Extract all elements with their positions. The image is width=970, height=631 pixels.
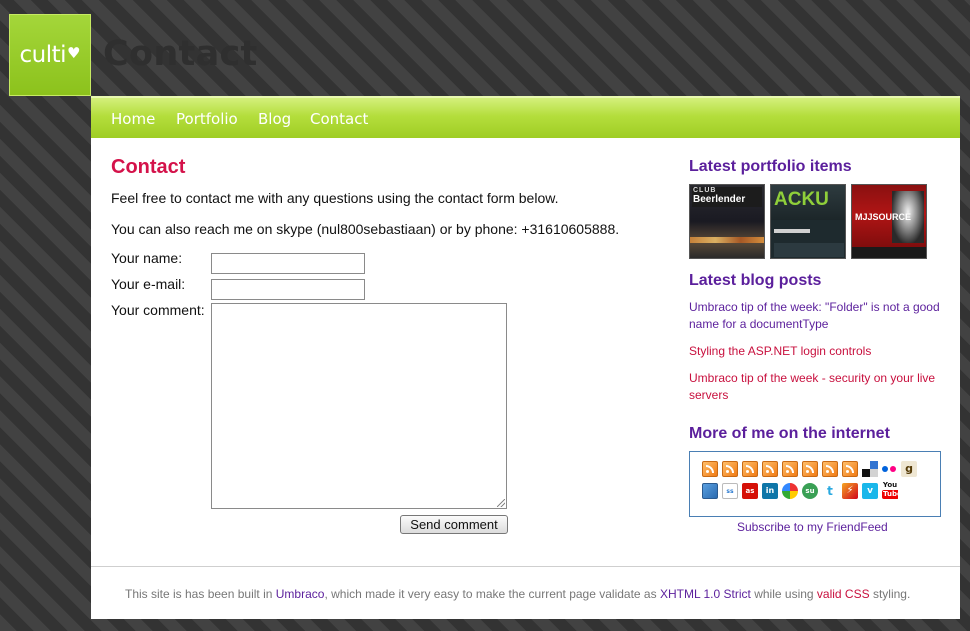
portfolio-thumb-mjjsource[interactable]: MJJSOURCE — [851, 184, 927, 259]
slideshare-icon[interactable]: ss — [722, 483, 738, 499]
feed-icon[interactable] — [702, 483, 718, 499]
footer-text-part: while using — [750, 587, 817, 601]
thumb-caption: Beerlender — [693, 194, 746, 205]
footer-text-part: This site is has been built in — [125, 587, 276, 601]
name-label: Your name: — [111, 250, 183, 266]
flickr-icon[interactable] — [881, 461, 897, 477]
nav-item-portfolio[interactable]: Portfolio — [176, 110, 238, 128]
footer-text: This site is has been built in Umbraco, … — [125, 587, 910, 601]
name-input[interactable] — [211, 253, 365, 274]
umbraco-link[interactable]: Umbraco — [276, 587, 325, 601]
delicious-icon[interactable] — [862, 461, 878, 477]
rss-icon[interactable] — [702, 461, 718, 477]
rss-icon[interactable] — [782, 461, 798, 477]
resize-grip-icon[interactable] — [497, 499, 505, 507]
portfolio-thumb-acku[interactable]: ACKU — [770, 184, 846, 259]
portfolio-heading: Latest portfolio items — [689, 158, 852, 175]
rss-icon[interactable] — [742, 461, 758, 477]
blog-post-link[interactable]: Umbraco tip of the week - security on yo… — [689, 370, 945, 404]
blog-heading: Latest blog posts — [689, 272, 822, 289]
nav-item-contact[interactable]: Contact — [310, 110, 368, 128]
send-comment-button[interactable]: Send comment — [400, 515, 508, 534]
twitter-icon[interactable]: t — [822, 483, 838, 499]
blog-post-link[interactable]: Styling the ASP.NET login controls — [689, 343, 945, 360]
comment-label: Your comment: — [111, 302, 205, 318]
nav-item-home[interactable]: Home — [111, 110, 155, 128]
lastfm-icon[interactable]: as — [742, 483, 758, 499]
email-input[interactable] — [211, 279, 365, 300]
portfolio-thumb-beerlender[interactable]: CLUB Beerlender — [689, 184, 765, 259]
xhtml-link[interactable]: XHTML 1.0 Strict — [660, 587, 751, 601]
intro-text: Feel free to contact me with any questio… — [111, 190, 559, 206]
heart-icon: ♥ — [67, 44, 81, 62]
subscribe-friendfeed-link[interactable]: Subscribe to my FriendFeed — [737, 520, 888, 534]
footer-text-part: styling. — [869, 587, 911, 601]
site-title: Contact — [103, 34, 258, 74]
youtube-icon[interactable]: YouTube — [882, 481, 898, 500]
rss-icon[interactable] — [762, 461, 778, 477]
linkedin-icon[interactable]: in — [762, 483, 778, 499]
footer-text-part: , which made it very easy to make the cu… — [324, 587, 660, 601]
stumbleupon-icon[interactable]: su — [802, 483, 818, 499]
email-label: Your e-mail: — [111, 276, 186, 292]
blog-post-link[interactable]: Umbraco tip of the week: "Folder" is not… — [689, 299, 945, 333]
vimeo-icon[interactable]: v — [862, 483, 878, 499]
picasa-icon[interactable] — [782, 483, 798, 499]
site-logo[interactable]: culti ♥ — [9, 14, 91, 96]
page-heading: Contact — [111, 156, 186, 178]
css-link[interactable]: valid CSS — [817, 587, 870, 601]
rss-icon[interactable] — [802, 461, 818, 477]
main-nav: Home Portfolio Blog Contact — [91, 96, 960, 138]
thumb-caption: MJJSOURCE — [855, 212, 912, 222]
logo-text: culti — [19, 42, 67, 68]
skype-text: You can also reach me on skype (nul800se… — [111, 221, 620, 237]
thumb-caption: ACKU — [774, 189, 829, 210]
nav-item-blog[interactable]: Blog — [258, 110, 291, 128]
rss-icon[interactable] — [842, 461, 858, 477]
goodreads-icon[interactable]: g — [901, 461, 917, 477]
comment-textarea[interactable] — [211, 303, 507, 509]
social-icons-box: g ss as in su t ⚡ v YouTube — [689, 451, 941, 517]
rss-icon[interactable] — [822, 461, 838, 477]
lightning-icon[interactable]: ⚡ — [842, 483, 858, 499]
internet-heading: More of me on the internet — [689, 425, 890, 442]
footer: This site is has been built in Umbraco, … — [91, 566, 960, 619]
thumb-caption-small: CLUB — [693, 187, 717, 194]
content-area: Contact Feel free to contact me with any… — [91, 138, 960, 566]
rss-icon[interactable] — [722, 461, 738, 477]
